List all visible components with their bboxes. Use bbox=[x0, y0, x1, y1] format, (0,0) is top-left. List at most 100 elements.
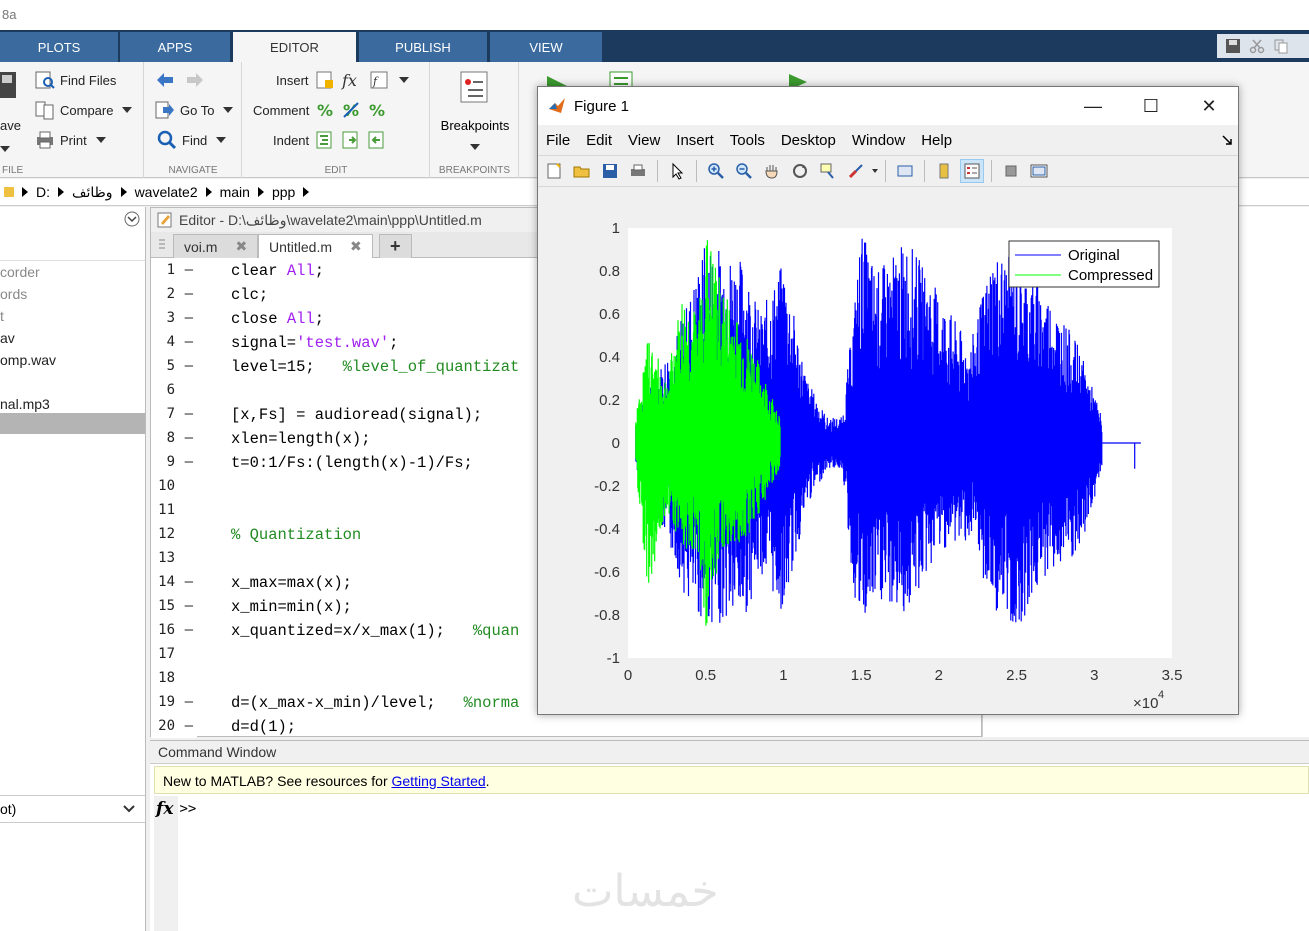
save-button[interactable] bbox=[0, 72, 18, 102]
maximize-button[interactable]: ☐ bbox=[1122, 87, 1180, 125]
file-list-item[interactable]: corder bbox=[0, 264, 40, 280]
plot-canvas[interactable]: 0 0.5 1 1.5 2 2.5 3 3.5 1 0.8 0.6 0.4 0.2 0 -0.2 -0.4 -0… bbox=[538, 188, 1238, 714]
menu-view[interactable]: View bbox=[620, 132, 668, 149]
file-list-item[interactable]: av bbox=[0, 330, 15, 346]
print-button[interactable]: Print bbox=[35, 130, 106, 150]
brush-icon[interactable] bbox=[844, 159, 868, 183]
dock-arrow-icon[interactable] bbox=[1222, 135, 1232, 145]
breakpoint-marker[interactable]: – bbox=[185, 334, 193, 350]
breadcrumb-arrow-icon[interactable] bbox=[257, 187, 264, 197]
tab-publish[interactable]: PUBLISH bbox=[359, 32, 487, 62]
breakpoints-label[interactable]: Breakpoints bbox=[431, 118, 519, 133]
insert-colorbar-icon[interactable] bbox=[932, 159, 956, 183]
insert-dropdown-icon[interactable] bbox=[398, 77, 409, 83]
print-dropdown-icon[interactable] bbox=[95, 137, 106, 143]
breakpoint-marker[interactable]: – bbox=[185, 718, 193, 734]
tab-untitled-m[interactable]: Untitled.m ✖ bbox=[258, 234, 373, 258]
uncomment-icon[interactable]: % bbox=[341, 100, 361, 120]
minimize-button[interactable]: — bbox=[1064, 87, 1122, 125]
menu-window[interactable]: Window bbox=[844, 132, 913, 149]
breadcrumb-arrow-icon[interactable] bbox=[205, 187, 212, 197]
forward-arrow-icon[interactable] bbox=[185, 70, 205, 90]
new-tab-button[interactable]: + bbox=[379, 234, 412, 258]
breadcrumb-arrow-icon[interactable] bbox=[22, 187, 28, 197]
menu-edit[interactable]: Edit bbox=[578, 132, 620, 149]
insert-button[interactable]: Insert fx f bbox=[276, 70, 409, 90]
breakpoint-marker[interactable]: – bbox=[185, 622, 193, 638]
close-icon[interactable]: ✖ bbox=[235, 238, 247, 255]
cut-icon[interactable] bbox=[1249, 38, 1265, 54]
breakpoint-marker[interactable]: – bbox=[185, 286, 193, 302]
legend[interactable]: Original Compressed bbox=[1008, 240, 1160, 288]
tab-apps[interactable]: APPS bbox=[120, 32, 230, 62]
tab-plots[interactable]: PLOTS bbox=[0, 32, 118, 62]
find-files-button[interactable]: Find Files bbox=[35, 70, 116, 90]
breakpoint-marker[interactable]: – bbox=[185, 694, 193, 710]
file-list-item[interactable]: t bbox=[0, 308, 4, 324]
breakpoint-marker[interactable]: – bbox=[185, 454, 193, 470]
open-file-icon[interactable] bbox=[570, 159, 594, 183]
tab-scroll-icon[interactable] bbox=[157, 238, 167, 253]
breakpoint-marker[interactable]: – bbox=[185, 430, 193, 446]
indent-button[interactable]: Indent bbox=[273, 130, 387, 150]
breadcrumb-folder[interactable]: wavelate2 bbox=[135, 184, 198, 200]
data-cursor-icon[interactable] bbox=[816, 159, 840, 183]
find-dropdown-icon[interactable] bbox=[216, 137, 227, 143]
breakpoint-marker[interactable]: – bbox=[185, 574, 193, 590]
tab-voi-m[interactable]: voi.m ✖ bbox=[173, 234, 259, 258]
breadcrumb-arrow-icon[interactable] bbox=[120, 187, 127, 197]
menu-help[interactable]: Help bbox=[913, 132, 960, 149]
panel-options-icon[interactable] bbox=[124, 211, 140, 230]
file-list-item[interactable]: nal.mp3 bbox=[0, 396, 50, 412]
breadcrumb-arrow-icon[interactable] bbox=[58, 187, 64, 197]
goto-button[interactable]: Go To bbox=[155, 100, 234, 120]
save-figure-icon[interactable] bbox=[598, 159, 622, 183]
decrease-indent-icon[interactable] bbox=[367, 130, 387, 150]
compare-button[interactable]: Compare bbox=[35, 100, 133, 120]
find-button[interactable]: Find bbox=[157, 130, 227, 150]
comment-icon[interactable]: % bbox=[315, 100, 335, 120]
hide-plot-tools-icon[interactable] bbox=[999, 159, 1023, 183]
show-plot-tools-icon[interactable] bbox=[1027, 159, 1051, 183]
back-arrow-icon[interactable] bbox=[155, 70, 175, 90]
breakpoint-marker[interactable]: – bbox=[185, 598, 193, 614]
insert-section-icon[interactable] bbox=[315, 70, 335, 90]
breadcrumb-arrow-icon[interactable] bbox=[303, 187, 310, 197]
rotate-3d-icon[interactable] bbox=[788, 159, 812, 183]
link-plot-icon[interactable] bbox=[893, 159, 917, 183]
fx-icon[interactable]: fx bbox=[341, 70, 363, 90]
compare-dropdown-icon[interactable] bbox=[122, 107, 133, 113]
zoom-in-icon[interactable] bbox=[704, 159, 728, 183]
file-list-item[interactable]: omp.wav bbox=[0, 352, 56, 368]
new-figure-icon[interactable] bbox=[542, 159, 566, 183]
breakpoint-marker[interactable]: – bbox=[185, 262, 193, 278]
smart-indent-icon[interactable] bbox=[315, 130, 335, 150]
breakpoint-marker[interactable]: – bbox=[185, 310, 193, 326]
file-list-item[interactable]: ords bbox=[0, 286, 27, 302]
save-label[interactable]: ave bbox=[0, 118, 21, 133]
tab-view[interactable]: VIEW bbox=[490, 32, 602, 62]
breadcrumb-folder[interactable]: main bbox=[220, 184, 250, 200]
file-list-item-selected[interactable] bbox=[0, 413, 145, 434]
menu-file[interactable]: File bbox=[538, 132, 578, 149]
goto-dropdown-icon[interactable] bbox=[223, 107, 234, 113]
save-icon[interactable] bbox=[1225, 38, 1241, 54]
panel-filter[interactable] bbox=[0, 233, 145, 261]
print-figure-icon[interactable] bbox=[626, 159, 650, 183]
close-button[interactable]: ✕ bbox=[1180, 87, 1238, 125]
insert-legend-icon[interactable] bbox=[960, 159, 984, 183]
menu-tools[interactable]: Tools bbox=[722, 132, 773, 149]
comment-button[interactable]: Comment % % % bbox=[253, 100, 387, 120]
zoom-out-icon[interactable] bbox=[732, 159, 756, 183]
copy-icon[interactable] bbox=[1273, 38, 1289, 54]
command-prompt[interactable]: fx >> bbox=[156, 799, 196, 819]
getting-started-link[interactable]: Getting Started bbox=[392, 773, 486, 789]
folder-icon[interactable] bbox=[4, 185, 14, 199]
pan-hand-icon[interactable] bbox=[760, 159, 784, 183]
menu-desktop[interactable]: Desktop bbox=[773, 132, 844, 149]
breakpoints-dropdown-icon[interactable] bbox=[470, 138, 480, 153]
breakpoint-marker[interactable]: – bbox=[185, 358, 193, 374]
workspace-select[interactable]: ot) bbox=[0, 795, 145, 823]
edit-plot-pointer-icon[interactable] bbox=[665, 159, 689, 183]
breakpoint-marker[interactable]: – bbox=[185, 406, 193, 422]
